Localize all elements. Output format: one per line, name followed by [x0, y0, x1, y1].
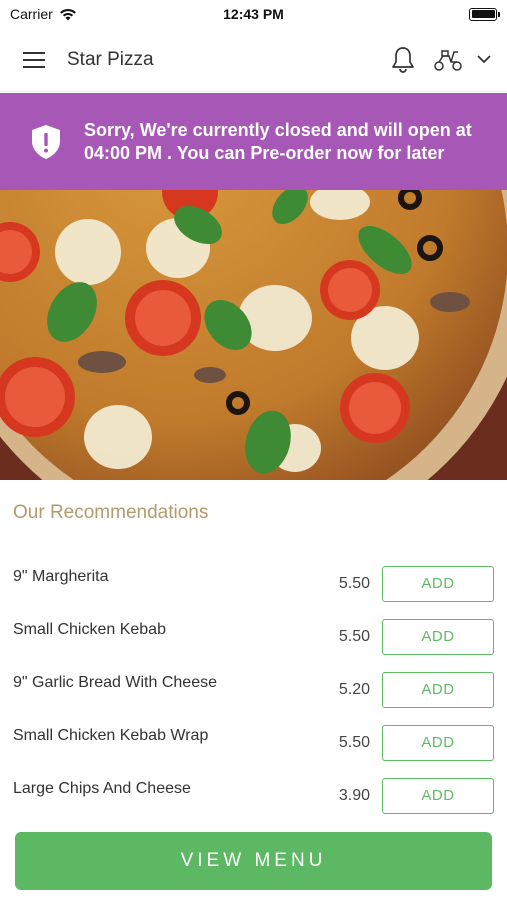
carrier-label: Carrier: [10, 6, 53, 22]
notifications-button[interactable]: [391, 46, 415, 74]
closed-message: Sorry, We're currently closed and will o…: [84, 119, 472, 163]
item-name: 9" Garlic Bread With Cheese: [13, 673, 217, 691]
list-item: Large Chips And Cheese 3.90 ADD: [0, 769, 507, 822]
item-name: Small Chicken Kebab: [13, 620, 166, 638]
wifi-icon: [59, 8, 76, 20]
view-menu-button[interactable]: VIEW MENU: [15, 832, 492, 890]
recommendations-list: 9" Margherita 5.50 ADD Small Chicken Keb…: [0, 557, 507, 822]
list-item: Small Chicken Kebab Wrap 5.50 ADD: [0, 716, 507, 769]
scooter-icon: [434, 49, 462, 71]
page-title: Star Pizza: [67, 48, 154, 70]
item-price: 3.90: [338, 786, 370, 804]
closed-banner: Sorry, We're currently closed and will o…: [0, 93, 507, 190]
hamburger-icon: [23, 51, 45, 68]
add-button[interactable]: ADD: [382, 671, 494, 708]
bell-icon: [392, 46, 414, 73]
item-name: Small Chicken Kebab Wrap: [13, 726, 209, 744]
app-header: Star Pizza: [0, 28, 507, 92]
item-name: Large Chips And Cheese: [13, 779, 191, 797]
hero-pizza-image: [0, 190, 507, 480]
status-bar: Carrier 12:43 PM: [0, 0, 507, 28]
item-price: 5.20: [338, 680, 370, 698]
header-actions: [391, 46, 491, 74]
shield-alert-icon: [32, 124, 60, 159]
list-item: 9" Margherita 5.50 ADD: [0, 557, 507, 610]
add-button[interactable]: ADD: [382, 565, 494, 602]
add-button[interactable]: ADD: [382, 724, 494, 761]
battery-icon: [469, 7, 500, 21]
item-price: 5.50: [338, 627, 370, 645]
recommendations-title: Our Recommendations: [13, 502, 209, 523]
add-button[interactable]: ADD: [382, 618, 494, 655]
list-item: Small Chicken Kebab 5.50 ADD: [0, 610, 507, 663]
pizza-illustration: [0, 190, 507, 480]
item-name: 9" Margherita: [13, 567, 109, 585]
item-price: 5.50: [338, 733, 370, 751]
list-item: 9" Garlic Bread With Cheese 5.20 ADD: [0, 663, 507, 716]
chevron-down-icon: [477, 55, 491, 64]
status-left: Carrier: [10, 6, 77, 22]
hamburger-menu-button[interactable]: [20, 46, 48, 74]
item-price: 5.50: [338, 574, 370, 592]
add-button[interactable]: ADD: [382, 777, 494, 814]
delivery-mode-button[interactable]: [433, 48, 491, 72]
